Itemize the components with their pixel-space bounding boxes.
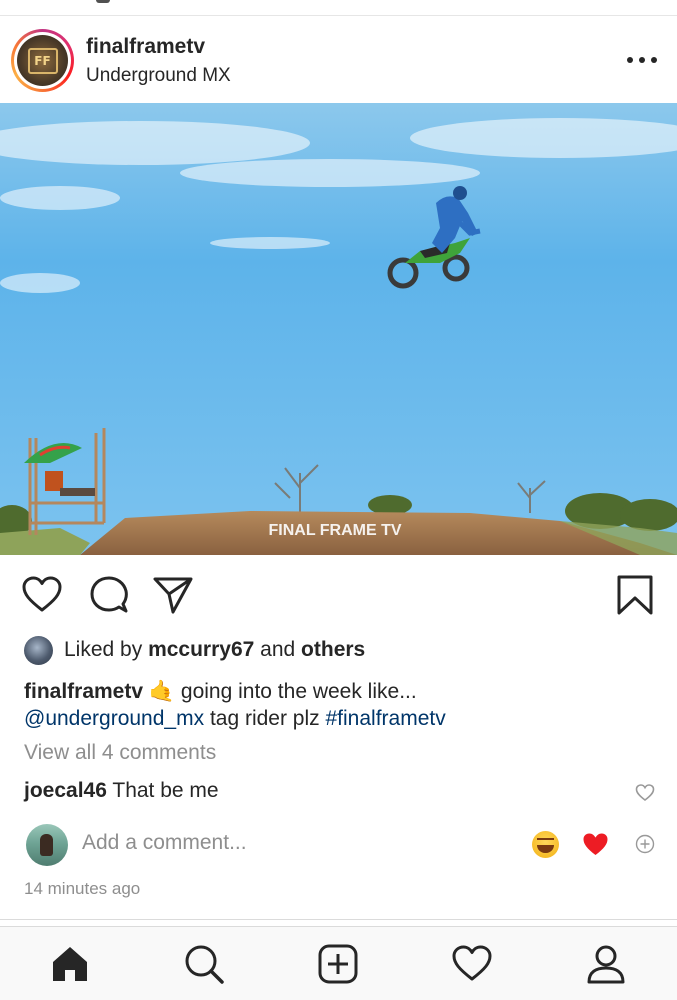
bookmark-icon[interactable] (614, 574, 656, 616)
comment-heart-icon[interactable] (635, 783, 655, 803)
likes-summary[interactable]: Liked by mccurry67 and others (24, 635, 365, 665)
profile-avatar[interactable]: FF (11, 29, 74, 92)
more-options-icon[interactable] (627, 55, 657, 65)
comment-item: joecal46 That be me (24, 779, 219, 803)
post-caption: finalframetv 🤙 going into the week like.… (24, 678, 654, 732)
activity-heart-icon[interactable] (451, 943, 493, 985)
caption-hashtag[interactable]: #finalframetv (326, 707, 446, 730)
caption-username[interactable]: finalframetv (24, 680, 143, 703)
liker-avatar[interactable] (24, 635, 53, 665)
post-location[interactable]: Underground MX (86, 65, 231, 87)
red-heart-emoji-icon[interactable] (582, 831, 609, 858)
laughing-emoji-icon[interactable] (532, 831, 559, 858)
add-reaction-icon[interactable] (635, 834, 655, 854)
divider (0, 919, 677, 920)
call-me-hand-emoji: 🤙 (148, 679, 176, 703)
add-comment-row: Add a comment... (0, 822, 677, 868)
bottom-tab-bar (0, 926, 677, 1000)
post-actions (0, 570, 677, 620)
current-user-avatar (26, 824, 68, 866)
profile-icon[interactable] (585, 943, 627, 985)
post-photo[interactable]: FINAL FRAME TV (0, 103, 677, 555)
post-header: FF finalframetv Underground MX (0, 17, 677, 103)
likes-others-link[interactable]: others (301, 638, 365, 662)
comment-text: That be me (112, 779, 219, 802)
caption-mention[interactable]: @underground_mx (24, 707, 204, 730)
avatar-logo: FF (27, 47, 58, 74)
search-icon[interactable] (183, 943, 225, 985)
comment-icon[interactable] (88, 574, 130, 616)
add-comment-input[interactable]: Add a comment... (82, 831, 247, 855)
photo-watermark: FINAL FRAME TV (268, 522, 401, 539)
previous-post-edge (0, 0, 677, 16)
caption-text-middle: tag rider plz (209, 707, 320, 730)
caption-text: going into the week like... (180, 680, 417, 703)
new-post-icon[interactable] (317, 943, 359, 985)
heart-icon[interactable] (21, 574, 63, 616)
liker-username[interactable]: mccurry67 (148, 638, 254, 662)
view-all-comments-link[interactable]: View all 4 comments (24, 741, 216, 765)
paper-plane-icon[interactable] (152, 574, 194, 616)
post-username[interactable]: finalframetv (86, 35, 205, 59)
home-icon[interactable] (49, 943, 91, 985)
post-timestamp: 14 minutes ago (24, 879, 141, 898)
comment-username[interactable]: joecal46 (24, 779, 107, 802)
